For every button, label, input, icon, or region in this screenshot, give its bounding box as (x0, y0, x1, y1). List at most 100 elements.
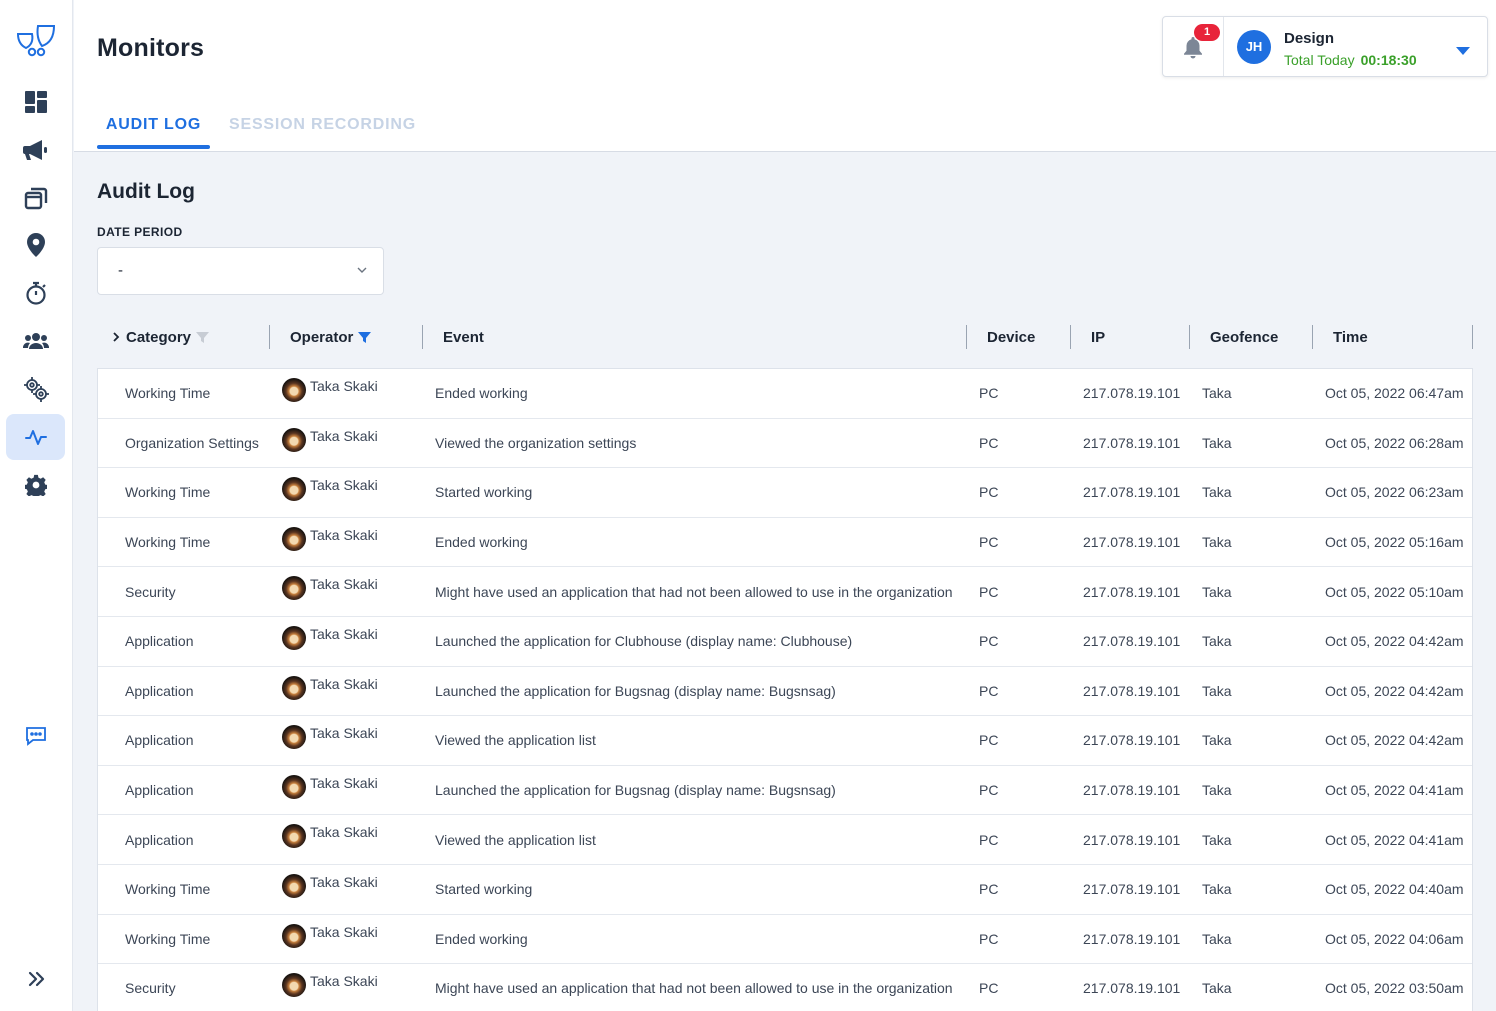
operator-avatar (282, 427, 306, 452)
column-label: Operator (290, 328, 354, 346)
table-row[interactable]: Security Taka Skaki Might have used an app… (98, 964, 1472, 1011)
cell-operator: Taka Skaki (282, 617, 378, 666)
tab-session-recording[interactable]: SESSION RECORDING (229, 116, 416, 134)
cell-ip: 217.078.19.101 (1083, 682, 1181, 699)
operator-name: Taka Skaki (310, 923, 378, 940)
operator-name: Taka Skaki (310, 973, 378, 990)
table-row[interactable]: Application Taka Skaki Launched the applic… (98, 667, 1472, 717)
table-row[interactable]: Working Time Taka Skaki Started working PC 2… (98, 468, 1472, 518)
column-header-category[interactable]: Category (111, 322, 210, 352)
active-tab-indicator (97, 145, 210, 149)
operator-name: Taka Skaki (310, 725, 378, 742)
cell-time: Oct 05, 2022 06:28am (1325, 434, 1464, 451)
cell-event: Started working (435, 881, 533, 898)
cell-time: Oct 05, 2022 05:16am (1325, 534, 1464, 551)
chat-icon[interactable] (6, 713, 65, 759)
table-row[interactable]: Security Taka Skaki Might have used an app… (98, 567, 1472, 617)
column-header-time[interactable]: Time (1333, 322, 1368, 352)
filter-icon[interactable] (196, 331, 210, 344)
notification-badge: 1 (1194, 24, 1220, 41)
cell-operator: Taka Skaki (282, 419, 378, 468)
gears-icon[interactable] (6, 366, 65, 412)
column-divider[interactable] (422, 325, 423, 349)
team-icon[interactable] (6, 318, 65, 364)
expand-icon[interactable] (6, 956, 65, 1002)
column-divider[interactable] (1189, 325, 1190, 349)
column-divider[interactable] (1070, 325, 1071, 349)
settings-icon[interactable] (6, 462, 65, 508)
cell-device: PC (979, 782, 999, 799)
cell-operator: Taka Skaki (282, 667, 378, 716)
cell-geofence: Taka (1202, 881, 1232, 898)
tab-audit-log[interactable]: AUDIT LOG (97, 116, 210, 134)
cell-time: Oct 05, 2022 04:42am (1325, 682, 1464, 699)
operator-name: Taka Skaki (310, 427, 378, 444)
page-title: Monitors (97, 34, 205, 62)
activity-icon[interactable] (6, 414, 65, 460)
table-row[interactable]: Working Time Taka Skaki Started working PC 2… (98, 865, 1472, 915)
location-pin-icon[interactable] (6, 222, 65, 268)
cell-operator: Taka Skaki (282, 766, 378, 815)
cell-category: Application (125, 732, 194, 749)
cell-geofence: Taka (1202, 682, 1232, 699)
table-row[interactable]: Working Time Taka Skaki Ended working PC 217… (98, 518, 1472, 568)
column-divider[interactable] (1312, 325, 1313, 349)
avatar: JH (1237, 30, 1271, 64)
operator-avatar (282, 526, 306, 551)
cell-time: Oct 05, 2022 04:41am (1325, 782, 1464, 799)
operator-name: Taka Skaki (310, 774, 378, 791)
user-status-widget[interactable]: 1 JH Design Total Today 00:18:30 (1162, 16, 1488, 77)
cell-device: PC (979, 583, 999, 600)
megaphone-icon[interactable] (6, 127, 65, 173)
section-title: Audit Log (97, 180, 195, 203)
dashboard-icon[interactable] (6, 79, 65, 125)
table-row[interactable]: Organization Settings Taka Skaki Viewed th… (98, 419, 1472, 469)
chevron-right-icon[interactable] (111, 331, 121, 343)
cell-operator: Taka Skaki (282, 567, 378, 616)
column-header-operator[interactable]: Operator (290, 322, 372, 352)
column-header-geofence[interactable]: Geofence (1210, 322, 1278, 352)
column-header-ip[interactable]: IP (1091, 322, 1105, 352)
app-logo[interactable] (6, 18, 65, 64)
table-row[interactable]: Working Time Taka Skaki Ended working PC 217… (98, 369, 1472, 419)
column-divider[interactable] (1472, 325, 1473, 349)
stopwatch-icon[interactable] (6, 270, 65, 316)
date-period-select[interactable]: - (97, 247, 384, 295)
cell-geofence: Taka (1202, 633, 1232, 650)
cell-category: Organization Settings (125, 434, 259, 451)
cell-event: Launched the application for Clubhouse (… (435, 633, 853, 650)
cell-time: Oct 05, 2022 06:47am (1325, 385, 1464, 402)
operator-avatar (282, 774, 306, 799)
windows-icon[interactable] (6, 175, 65, 221)
notifications-button[interactable]: 1 (1163, 17, 1224, 76)
operator-name: Taka Skaki (310, 576, 378, 593)
column-header-device[interactable]: Device (987, 322, 1035, 352)
table-row[interactable]: Working Time Taka Skaki Ended working PC 217… (98, 915, 1472, 965)
table-row[interactable]: Application Taka Skaki Viewed the applicat… (98, 716, 1472, 766)
column-divider[interactable] (966, 325, 967, 349)
cell-geofence: Taka (1202, 534, 1232, 551)
cell-time: Oct 05, 2022 04:40am (1325, 881, 1464, 898)
table-row[interactable]: Application Taka Skaki Launched the applic… (98, 766, 1472, 816)
column-header-event[interactable]: Event (443, 322, 484, 352)
column-divider[interactable] (269, 325, 270, 349)
total-today: Total Today 00:18:30 (1284, 52, 1417, 68)
cell-ip: 217.078.19.101 (1083, 782, 1181, 799)
cell-ip: 217.078.19.101 (1083, 583, 1181, 600)
cell-device: PC (979, 980, 999, 997)
filter-active-icon[interactable] (358, 331, 372, 344)
operator-name: Taka Skaki (310, 477, 378, 494)
table-row[interactable]: Application Taka Skaki Viewed the applicat… (98, 815, 1472, 865)
operator-avatar (282, 378, 306, 402)
operator-name: Taka Skaki (310, 526, 378, 543)
cell-ip: 217.078.19.101 (1083, 831, 1181, 848)
table-row[interactable]: Application Taka Skaki Launched the applic… (98, 617, 1472, 667)
cell-time: Oct 05, 2022 04:42am (1325, 732, 1464, 749)
cell-event: Viewed the organization settings (435, 434, 637, 451)
cell-category: Application (125, 782, 194, 799)
caret-down-icon[interactable] (1456, 47, 1470, 55)
cell-device: PC (979, 434, 999, 451)
total-today-label: Total Today (1284, 52, 1355, 68)
operator-avatar (282, 675, 306, 700)
cell-geofence: Taka (1202, 831, 1232, 848)
